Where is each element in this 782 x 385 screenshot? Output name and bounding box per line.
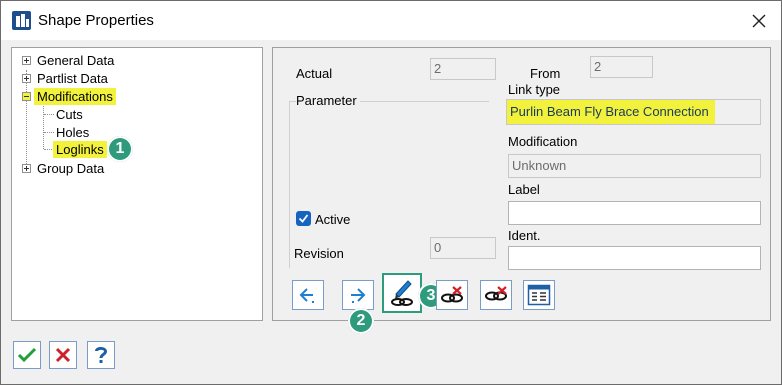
actual-label: Actual [296,66,333,81]
help-question-icon [95,346,108,363]
tree-expand-partlist-data[interactable] [22,74,31,83]
modification-field: Unknown [508,154,761,178]
close-button[interactable] [745,9,773,33]
ok-check-icon [17,347,37,363]
link-type-value: Purlin Beam Fly Brace Connection [507,100,715,124]
step-badge-2: 2 [348,308,374,334]
table-icon [527,284,551,306]
tree-expand-general-data[interactable] [22,56,31,65]
next-button[interactable] [342,280,374,310]
cancel-x-icon [55,347,71,363]
tree-expand-group-data[interactable] [22,164,31,173]
remove-link-button[interactable] [480,280,512,310]
from-label: From [530,66,561,81]
tree-item-modifications[interactable]: Modifications [34,88,116,105]
tree-view[interactable]: General Data Partlist Data Modifications… [11,47,263,321]
from-field: 2 [590,56,653,78]
app-icon [12,11,31,30]
window-title: Shape Properties [38,12,154,29]
tree-collapse-modifications[interactable] [22,92,31,101]
tree-item-loglinks[interactable]: Loglinks [53,141,107,158]
active-checkbox[interactable] [296,211,311,226]
close-icon [752,14,766,28]
edit-link-button[interactable] [382,273,422,313]
revision-label: Revision [294,246,344,261]
step-badge-1: 1 [107,136,133,162]
title-bar: Shape Properties [1,1,781,40]
shape-properties-dialog: Shape Properties General Data Partlist D… [0,0,782,385]
label-label: Label [508,182,540,197]
tree-item-partlist-data[interactable]: Partlist Data [37,70,108,87]
next-arrow-icon [351,288,366,303]
previous-arrow-icon [299,288,314,303]
label-input[interactable] [508,201,761,225]
check-icon [298,214,309,223]
tree-item-holes[interactable]: Holes [56,124,89,141]
previous-button[interactable] [292,280,324,310]
active-label: Active [315,212,351,227]
actual-field: 2 [430,58,496,80]
ok-button[interactable] [13,341,41,369]
tree-item-general-data[interactable]: General Data [37,52,114,69]
tree-item-group-data[interactable]: Group Data [37,160,104,177]
link-type-field: Purlin Beam Fly Brace Connection [506,99,761,125]
ident-label: Ident. [508,228,541,243]
parameter-label: Parameter [296,93,360,108]
help-button[interactable] [87,341,115,369]
delete-link-icon [441,286,463,303]
edit-link-icon [391,280,413,306]
table-button[interactable] [523,280,555,310]
tree-item-cuts[interactable]: Cuts [56,106,83,123]
delete-link-button[interactable] [436,280,468,310]
link-type-label: Link type [508,82,561,97]
modification-label: Modification [508,134,578,149]
ident-input[interactable] [508,246,761,270]
remove-link-icon [485,286,507,301]
cancel-button[interactable] [49,341,77,369]
revision-field: 0 [430,237,496,259]
